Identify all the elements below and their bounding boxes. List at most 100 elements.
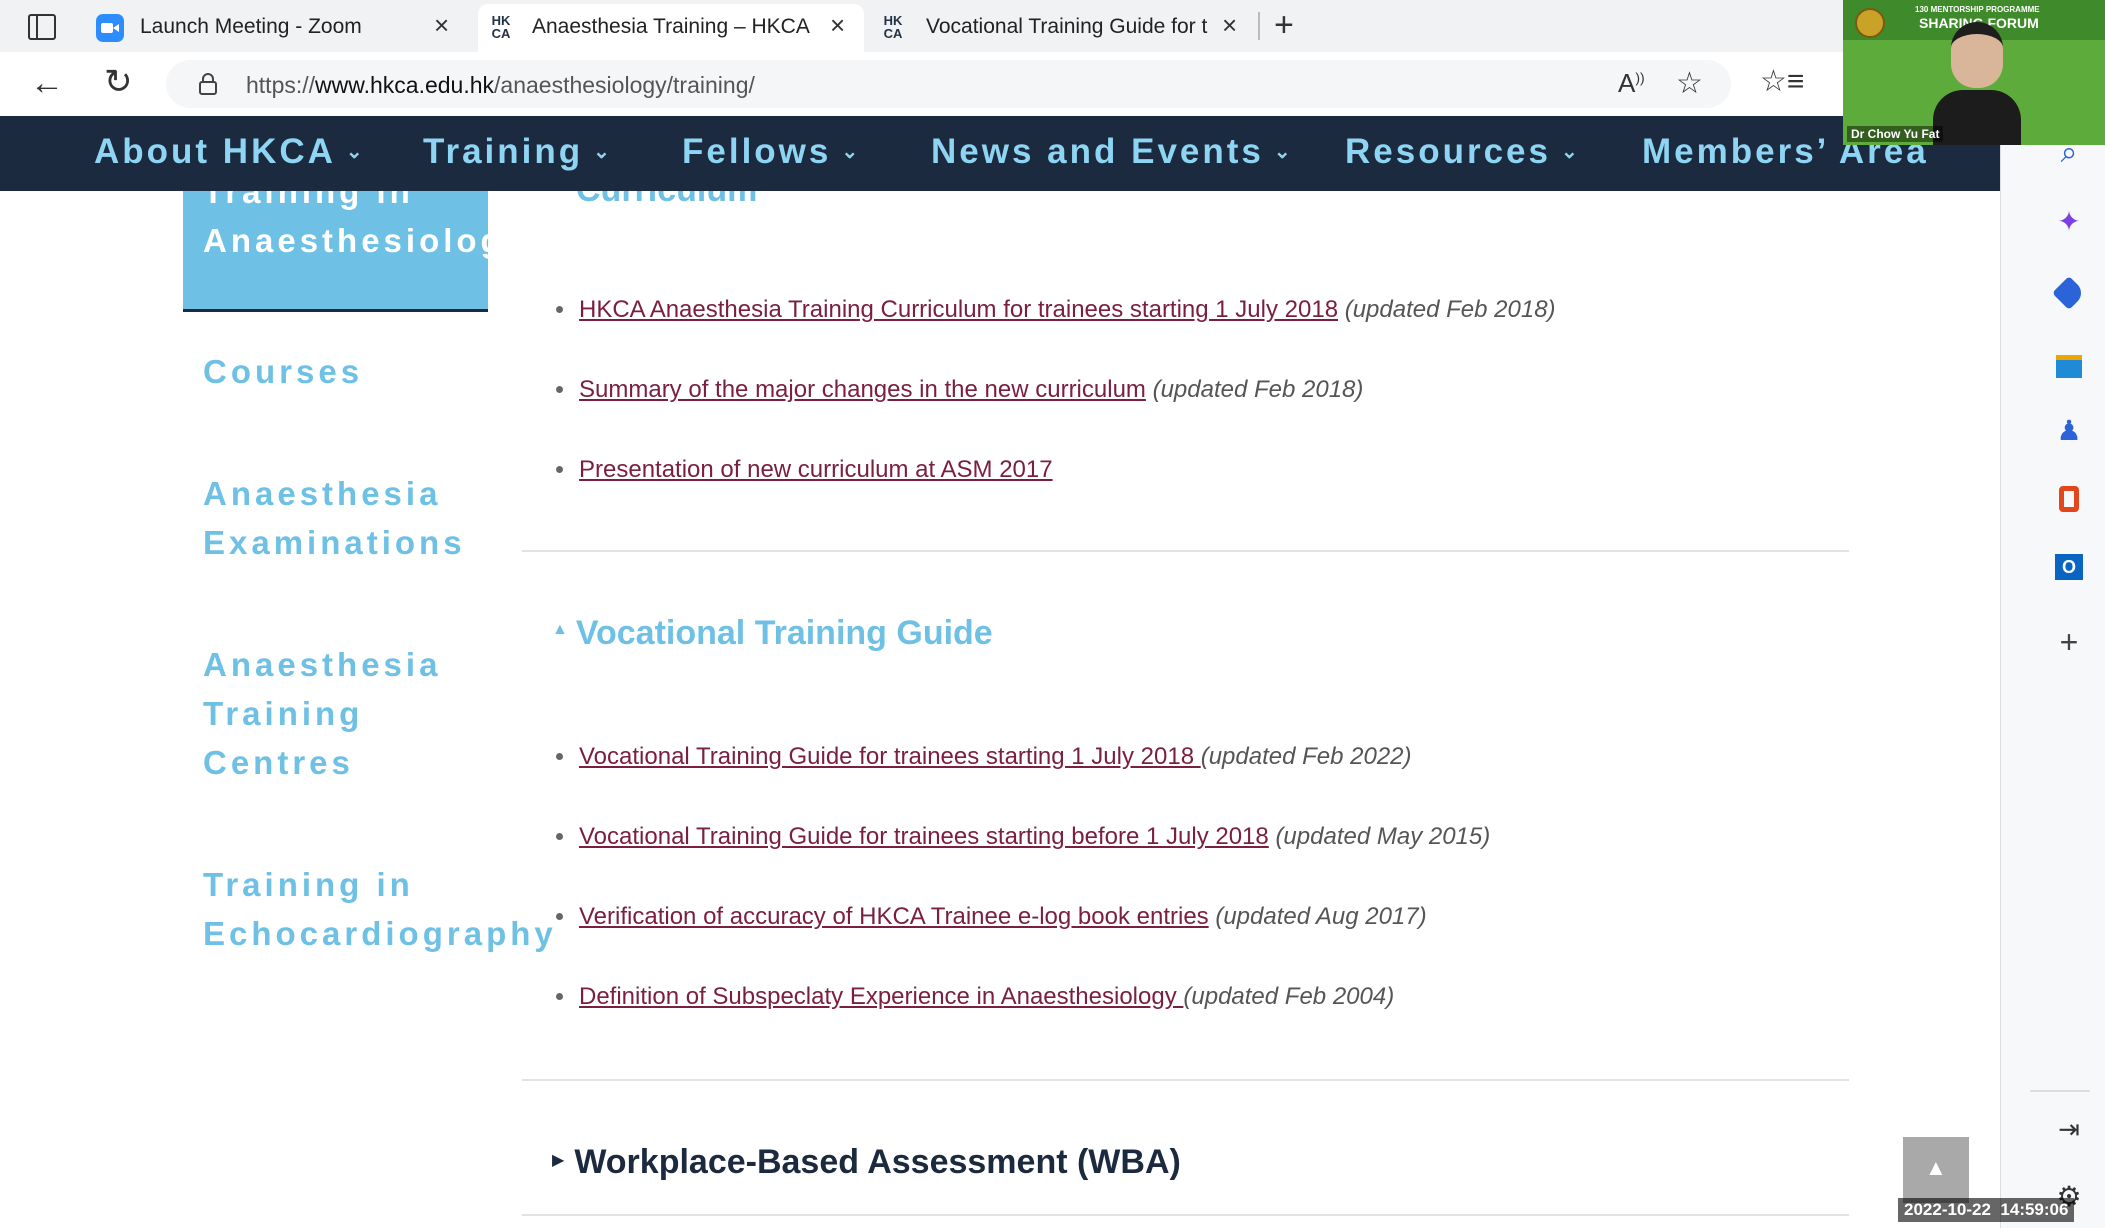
bullet — [556, 386, 563, 393]
bullet — [556, 833, 563, 840]
presentation-link[interactable]: Presentation of new curriculum at ASM 20… — [579, 456, 1053, 483]
sidebar-item-examinations[interactable]: Anaesthesia Examinations — [203, 469, 466, 567]
chevron-down-icon: ⌄ — [345, 141, 363, 163]
sidebar-item-courses[interactable]: Courses — [203, 347, 363, 396]
url-text: https://www.hkca.edu.hk/anaesthesiology/… — [246, 72, 755, 99]
elog-verification-link[interactable]: Verification of accuracy of HKCA Trainee… — [579, 903, 1209, 930]
banner-line1: 130 MENTORSHIP PROGRAMME — [1915, 5, 2040, 14]
games-icon[interactable]: ♟ — [2052, 414, 2086, 448]
favorites-icon[interactable]: ☆≡ — [1760, 64, 1804, 99]
sidebar-item-echocardiography[interactable]: Training in Echocardiography — [203, 860, 557, 958]
chevron-down-icon: ⌄ — [1273, 141, 1291, 163]
close-tab-icon[interactable]: × — [1222, 12, 1237, 38]
read-aloud-icon[interactable]: A)) — [1618, 68, 1645, 99]
nav-about[interactable]: About HKCA ⌄ — [94, 132, 363, 172]
list-item: Verification of accuracy of HKCA Trainee… — [556, 903, 1427, 931]
section-heading-wba[interactable]: ▶ Workplace-Based Assessment (WBA) — [552, 1143, 1181, 1182]
bullet — [556, 913, 563, 920]
list-item: HKCA Anaesthesia Training Curriculum for… — [556, 296, 1556, 324]
nav-news[interactable]: News and Events ⌄ — [931, 132, 1291, 172]
updated-note: (updated May 2015) — [1275, 823, 1491, 850]
sidebar-active-item[interactable]: Training in Anaesthesiology — [183, 191, 488, 312]
url-path: /anaesthesiology/training/ — [494, 72, 755, 98]
tab-actions-icon[interactable] — [28, 14, 56, 40]
presenter — [1933, 22, 2021, 145]
hkca-favicon: HK CA — [491, 13, 511, 41]
section-heading-curriculum[interactable]: Curriculum — [576, 191, 976, 209]
hide-sidebar-icon[interactable]: ⇥ — [2052, 1112, 2086, 1146]
nav-label: About HKCA — [94, 132, 336, 171]
tab-hkca[interactable]: HK CA Anaesthesia Training – HKCA × — [478, 4, 864, 52]
section-divider — [522, 550, 1849, 552]
caret-up-icon: ▲ — [552, 621, 568, 638]
bullet — [556, 466, 563, 473]
tab-title: Anaesthesia Training – HKCA — [532, 15, 810, 38]
list-item: Vocational Training Guide for trainees s… — [556, 823, 1490, 851]
heading-text: Workplace-Based Assessment (WBA) — [574, 1143, 1181, 1181]
seal-icon — [1855, 8, 1885, 38]
heading-text: Vocational Training Guide — [575, 614, 993, 652]
section-divider — [522, 1214, 1849, 1216]
tab-vtg[interactable]: HK CA Vocational Training Guide for tra × — [870, 4, 1256, 52]
updated-note: (updated Feb 2018) — [1152, 376, 1364, 403]
participant-name: Dr Chow Yu Fat — [1847, 126, 1944, 142]
hkca-favicon: HK CA — [883, 13, 903, 41]
close-tab-icon[interactable]: × — [434, 12, 449, 38]
updated-note: (updated Feb 2022) — [1200, 743, 1412, 770]
nav-training[interactable]: Training ⌄ — [423, 132, 610, 172]
caret-right-icon: ▶ — [552, 1152, 565, 1169]
tab-separator — [1258, 12, 1260, 40]
tab-zoom[interactable]: Launch Meeting - Zoom × — [82, 4, 468, 52]
nav-label: Training — [423, 132, 584, 171]
add-icon[interactable]: + — [2052, 625, 2086, 659]
sparkle-icon[interactable]: ✦ — [2052, 205, 2086, 239]
updated-note: (updated Feb 2018) — [1344, 296, 1556, 323]
chevron-down-icon: ⌄ — [841, 141, 859, 163]
tab-strip: Launch Meeting - Zoom × HK CA Anaesthesia… — [0, 0, 2105, 52]
updated-note: (updated Feb 2004) — [1183, 983, 1395, 1010]
tab-title: Launch Meeting - Zoom — [140, 15, 362, 38]
heading-text: Curriculum — [576, 191, 757, 209]
subspecialty-definition-link[interactable]: Definition of Subspeclaty Experience in … — [579, 983, 1183, 1010]
address-bar[interactable]: https://www.hkca.edu.hk/anaesthesiology/… — [166, 60, 1731, 108]
site-nav: About HKCA ⌄ Training ⌄ Fellows ⌄ News and … — [0, 116, 2000, 191]
nav-label: Resources — [1345, 132, 1551, 171]
vtg-2018-link[interactable]: Vocational Training Guide for trainees s… — [579, 743, 1201, 770]
vtg-before-2018-link[interactable]: Vocational Training Guide for trainees s… — [579, 823, 1269, 850]
section-heading-vtg[interactable]: ▲ Vocational Training Guide — [552, 614, 993, 653]
close-tab-icon[interactable]: × — [830, 12, 845, 38]
list-item: Definition of Subspeclaty Experience in … — [556, 983, 1394, 1011]
back-arrow-icon[interactable]: ← — [30, 64, 64, 103]
bullet — [556, 993, 563, 1000]
tag-icon[interactable] — [2052, 276, 2086, 310]
nav-resources[interactable]: Resources ⌄ — [1345, 132, 1578, 172]
toolbox-icon[interactable] — [2052, 346, 2086, 380]
outlook-icon[interactable]: O — [2052, 550, 2086, 584]
refresh-icon[interactable]: ↻ — [104, 62, 133, 102]
new-tab-icon[interactable]: + — [1274, 6, 1294, 45]
sidebar-item-training-centres[interactable]: Anaesthesia Training Centres — [203, 640, 441, 787]
sidebar-active-label: Training in Anaesthesiology — [203, 191, 488, 259]
list-item: Vocational Training Guide for trainees s… — [556, 743, 1412, 771]
chevron-down-icon: ⌄ — [1560, 141, 1578, 163]
add-favorite-icon[interactable]: ☆ — [1676, 66, 1703, 101]
chevron-down-icon: ⌄ — [593, 141, 610, 163]
bullet — [556, 306, 563, 313]
summary-changes-link[interactable]: Summary of the major changes in the new … — [579, 376, 1146, 403]
list-item: Presentation of new curriculum at ASM 20… — [556, 456, 1053, 484]
nav-label: Fellows — [682, 132, 832, 171]
list-item: Summary of the major changes in the new … — [556, 376, 1363, 404]
url-domain: www.hkca.edu.hk — [315, 72, 495, 98]
curriculum-link[interactable]: HKCA Anaesthesia Training Curriculum for… — [579, 296, 1338, 323]
nav-fellows[interactable]: Fellows ⌄ — [682, 132, 858, 172]
back-to-top-button[interactable]: ▲ — [1903, 1137, 1969, 1203]
updated-note: (updated Aug 2017) — [1215, 903, 1427, 930]
bullet — [556, 753, 563, 760]
office-icon[interactable] — [2052, 482, 2086, 516]
nav-label: News and Events — [931, 132, 1264, 171]
video-thumbnail: 130 MENTORSHIP PROGRAMME SHARING FORUM D… — [1843, 0, 2105, 145]
url-prefix: https:// — [246, 72, 316, 98]
section-divider — [522, 1079, 1849, 1081]
chevron-up-icon: ▲ — [1925, 1155, 1947, 1180]
recording-timestamp: 2022-10-22 14:59:06 — [1898, 1198, 2075, 1222]
